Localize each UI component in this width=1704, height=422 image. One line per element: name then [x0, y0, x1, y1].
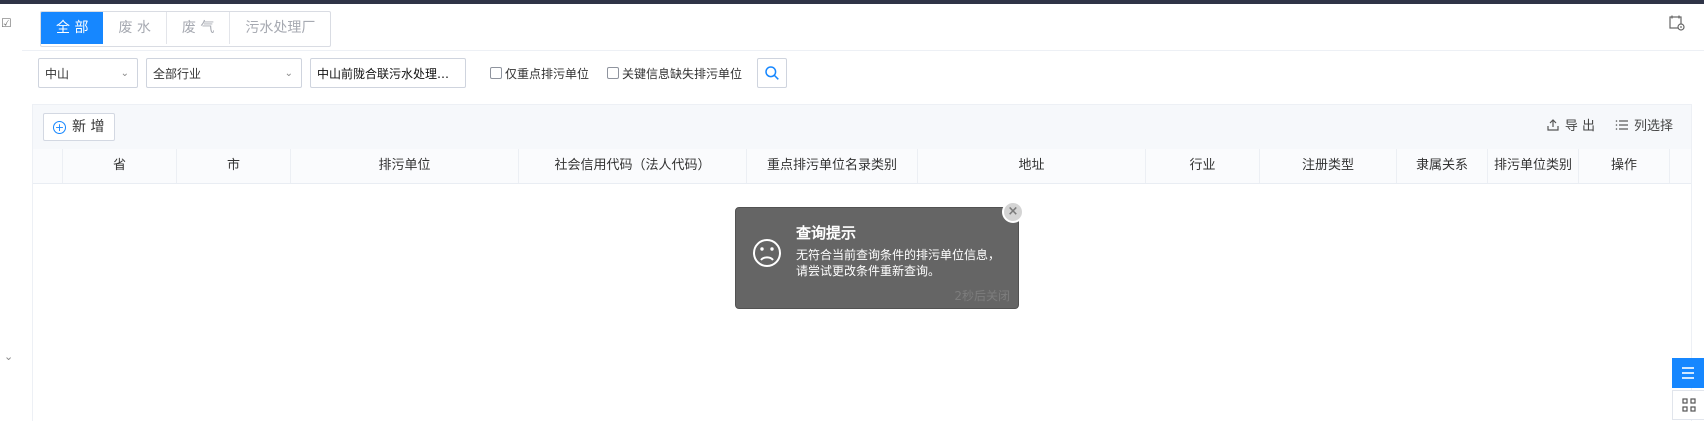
missing-info-label: 关键信息缺失排污单位: [622, 66, 743, 81]
list-icon: [1615, 119, 1628, 130]
chevron-down-icon[interactable]: ⌄: [4, 350, 13, 363]
grid-icon: [1681, 398, 1696, 412]
checkbox-icon[interactable]: [490, 67, 502, 79]
panel-header: + 新 增 导 出 列选择: [33, 105, 1691, 150]
column-header-unit-category: 排污单位类别: [1488, 149, 1579, 183]
key-units-checkbox[interactable]: 仅重点排污单位: [490, 65, 589, 82]
column-header-key-category: 重点排污单位名录类别: [747, 149, 918, 183]
toast-title: 查询提示: [796, 224, 857, 242]
query-toast: × 查询提示 无符合当前查询条件的排污单位信息， 请尝试更改条件重新查询。 2秒…: [735, 201, 1024, 309]
category-tabs: 全 部 废 水 废 气 污水处理厂: [40, 11, 332, 47]
city-select[interactable]: 中山 ⌄: [38, 58, 138, 88]
menu-button[interactable]: [1672, 358, 1704, 388]
checkbox-icon[interactable]: [607, 67, 620, 79]
column-header-affiliation: 隶属关系: [1397, 149, 1488, 183]
table-header: 省 市 排污单位 社会信用代码（法人代码） 重点排污单位名录类别 地址 行业 注…: [33, 149, 1691, 184]
chevron-down-icon: ⌄: [284, 68, 293, 79]
column-header-industry: 行业: [1146, 149, 1260, 183]
plus-icon: +: [53, 120, 66, 134]
column-header-unit: 排污单位: [291, 149, 519, 183]
sad-face-icon: [753, 239, 781, 267]
left-rail: ☑ ⌄: [0, 4, 23, 421]
export-button[interactable]: 导 出: [1546, 115, 1595, 134]
tab-waste-gas[interactable]: 废 气: [167, 12, 231, 44]
toolbar-divider: [22, 50, 1704, 51]
grid-button[interactable]: [1672, 390, 1704, 420]
column-header-actions: 操作: [1579, 149, 1670, 183]
panel-actions: 导 出 列选择: [1526, 115, 1673, 134]
industry-select-value: 全部行业: [153, 67, 202, 81]
chevron-down-icon: ⌄: [120, 68, 129, 79]
column-header-empty-start: [33, 149, 63, 183]
filter-bar: 中山 ⌄ 全部行业 ⌄ 中山前陇合联污水处理有限公司 仅重点排污单位 关键信息缺…: [38, 55, 788, 91]
column-header-address: 地址: [918, 149, 1146, 183]
column-header-credit-code: 社会信用代码（法人代码）: [519, 149, 747, 183]
upload-icon: [1547, 118, 1559, 131]
search-button[interactable]: [757, 58, 788, 88]
search-icon: [765, 66, 779, 80]
toast-message: 无符合当前查询条件的排污单位信息， 请尝试更改条件重新查询。: [796, 248, 1001, 278]
city-select-value: 中山: [45, 67, 70, 81]
unit-search-input[interactable]: 中山前陇合联污水处理有限公司: [310, 58, 466, 88]
tab-all[interactable]: 全 部: [41, 12, 104, 44]
column-select-button[interactable]: 列选择: [1615, 115, 1673, 134]
tab-wastewater[interactable]: 废 水: [103, 12, 167, 44]
checkbox-icon[interactable]: ☑: [1, 16, 12, 30]
add-button[interactable]: + 新 增: [43, 113, 116, 141]
missing-info-checkbox[interactable]: 关键信息缺失排污单位: [607, 65, 742, 82]
column-select-label: 列选择: [1633, 119, 1673, 134]
column-header-empty-end: [1670, 149, 1691, 183]
column-header-city: 市: [177, 149, 291, 183]
main-content: 全 部 废 水 废 气 污水处理厂 中山 ⌄ 全部行业 ⌄ 中山前陇合联污水处理…: [22, 4, 1704, 422]
toast-auto-close-text: 2秒后关闭: [954, 289, 1010, 303]
key-units-label: 仅重点排污单位: [505, 66, 590, 81]
floating-tools: [1672, 356, 1704, 421]
menu-icon: [1682, 367, 1694, 379]
industry-select[interactable]: 全部行业 ⌄: [146, 58, 302, 88]
column-header-province: 省: [63, 149, 177, 183]
add-button-label: 新 增: [72, 119, 105, 135]
tab-sewage-plant[interactable]: 污水处理厂: [230, 12, 330, 44]
export-label: 导 出: [1564, 119, 1595, 134]
column-header-registration-type: 注册类型: [1260, 149, 1397, 183]
settings-calendar-icon[interactable]: [1668, 14, 1686, 32]
close-icon[interactable]: ×: [1002, 201, 1024, 223]
